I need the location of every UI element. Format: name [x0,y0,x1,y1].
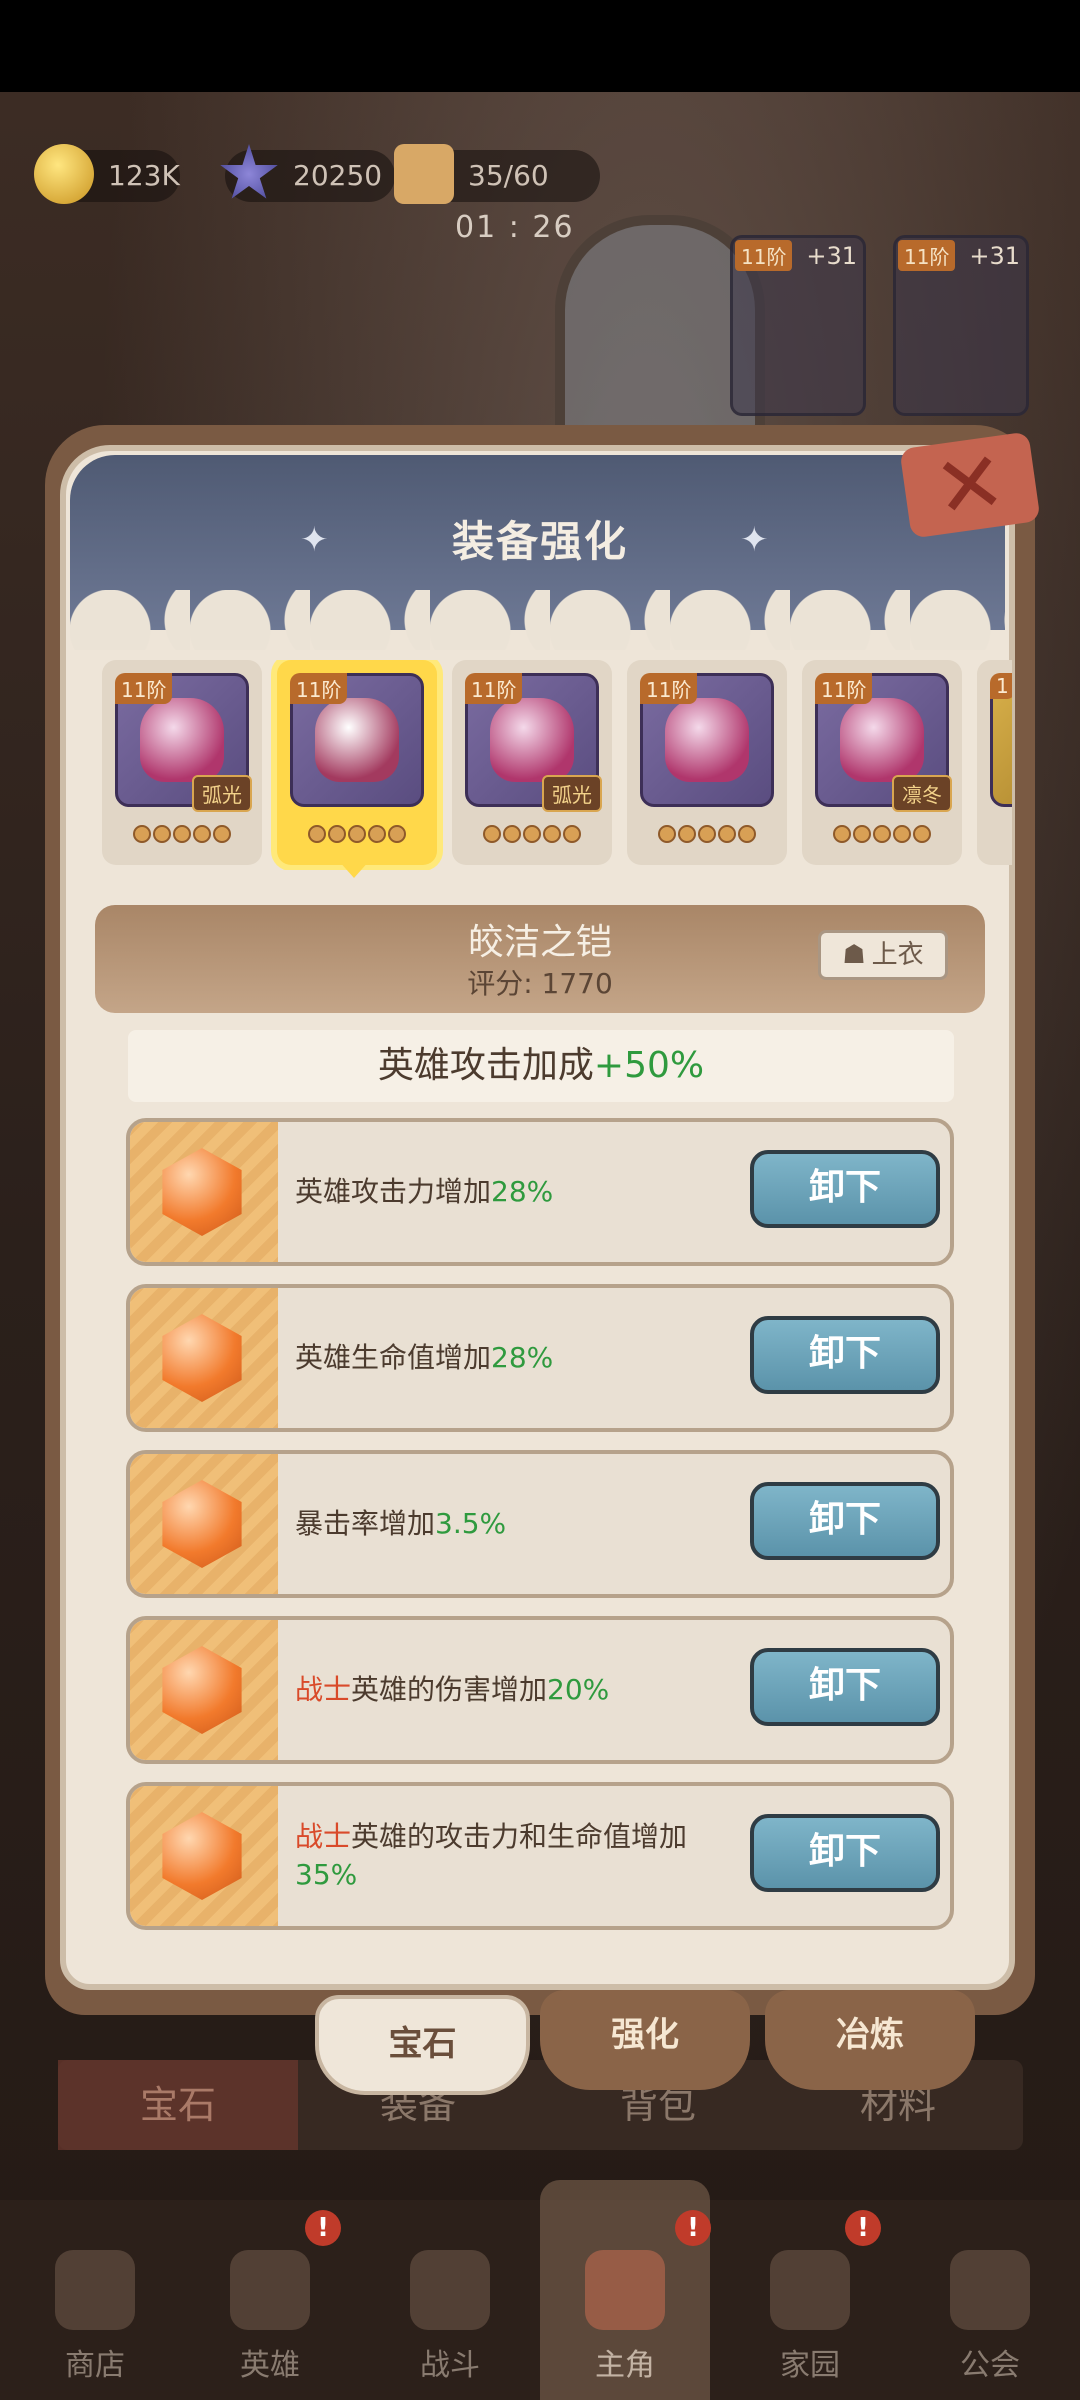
under-tab-gem: 宝石 [58,2060,298,2150]
item-badge: 凛冬 [892,775,952,812]
biscuit-icon [394,144,454,204]
nav-home[interactable]: 家园 ! [735,2210,885,2400]
gem-effect: 英雄生命值增加28% [295,1341,554,1374]
unload-button[interactable]: 卸下 [750,1150,940,1228]
gem-slot-bg [130,1620,278,1760]
close-x-icon: ✕ [928,431,1012,539]
gem-slot: 英雄生命值增加28% 卸下 [126,1284,954,1432]
set-bonus: 英雄攻击加成+50% [128,1030,954,1102]
unload-button[interactable]: 卸下 [750,1482,940,1560]
selection-arrow-icon [338,860,370,878]
background-gear-slot: 11阶 +31 [730,235,866,416]
equipment-selector: 11阶 弧光 11阶 11阶 弧光 11阶 11阶 凛冬 1 [97,660,1012,870]
unload-button[interactable]: 卸下 [750,1814,940,1892]
equipment-item-selected[interactable]: 11阶 [277,660,437,865]
shirt-icon: ☗ [842,940,866,970]
gem-slot: 暴击率增加3.5% 卸下 [126,1450,954,1598]
gold-coin-icon [34,144,94,204]
slot-tag: ☗ 上衣 [818,930,948,980]
gem-effect: 暴击率增加3.5% [295,1507,507,1540]
alert-badge-icon: ! [675,2210,711,2246]
gem-effect: 英雄攻击力增加28% [295,1175,554,1208]
gold-counter[interactable]: 123K [34,144,180,204]
nav-protagonist[interactable]: 主角 ! [550,2210,711,2400]
gold-value: 123K [108,159,180,192]
orange-gem-icon [162,1148,242,1236]
gem-slot: 战士英雄的伤害增加20% 卸下 [126,1616,954,1764]
equipment-item[interactable]: 11阶 [627,660,787,865]
tab-smelt[interactable]: 冶炼 [765,1990,975,2090]
orange-gem-icon [162,1812,242,1900]
alert-badge-icon: ! [845,2210,881,2246]
tab-gem[interactable]: 宝石 [315,1995,530,2095]
item-badge: 弧光 [192,775,252,812]
star-dots [627,825,787,847]
star-dots [277,825,437,847]
hero-cards-icon [230,2250,310,2330]
stars-value: 20250 [293,159,383,192]
gem-slot-bg [130,1454,278,1594]
stars-counter[interactable]: 20250 [220,144,395,202]
equipment-item[interactable]: 11阶 弧光 [452,660,612,865]
background-gear-slot: 11阶 +31 [893,235,1029,416]
nav-guild[interactable]: 公会 [915,2240,1065,2400]
gem-slot-bg [130,1786,278,1926]
nav-battle[interactable]: 战斗 [375,2240,525,2400]
star-dots [977,825,1012,847]
star-dots [452,825,612,847]
tab-enhance[interactable]: 强化 [540,1990,750,2090]
nav-heroes[interactable]: 英雄 ! [195,2210,345,2400]
gem-slot: 英雄攻击力增加28% 卸下 [126,1118,954,1266]
gem-slot-bg [130,1288,278,1428]
regen-timer: 01 : 26 [455,210,575,245]
item-badge: 弧光 [542,775,602,812]
owl-hero-icon [585,2250,665,2330]
unload-button[interactable]: 卸下 [750,1648,940,1726]
orange-gem-icon [162,1480,242,1568]
orange-gem-icon [162,1314,242,1402]
gem-effect: 战士英雄的伤害增加20% [295,1673,610,1706]
equipment-item[interactable]: 11阶 凛冬 [802,660,962,865]
biscuit-value: 35/60 [468,159,549,192]
unload-button[interactable]: 卸下 [750,1316,940,1394]
gem-slot-bg [130,1122,278,1262]
gem-slot: 战士英雄的攻击力和生命值增加 35% 卸下 [126,1782,954,1930]
close-button[interactable]: ✕ [899,431,1041,539]
battle-wings-icon [410,2250,490,2330]
equipment-item[interactable]: 1 [977,660,1012,865]
nav-shop[interactable]: 商店 [20,2240,170,2400]
shop-icon [55,2250,135,2330]
gem-effect: 战士英雄的攻击力和生命值增加 35% [295,1820,688,1891]
equipment-item[interactable]: 11阶 弧光 [102,660,262,865]
castle-icon [770,2250,850,2330]
header-clouds [70,590,1005,650]
orange-gem-icon [162,1646,242,1734]
status-bar [0,0,1080,92]
star-dots [102,825,262,847]
guild-tower-icon [950,2250,1030,2330]
star-dots [802,825,962,847]
alert-badge-icon: ! [305,2210,341,2246]
biscuit-counter[interactable]: 35/60 [394,144,600,204]
